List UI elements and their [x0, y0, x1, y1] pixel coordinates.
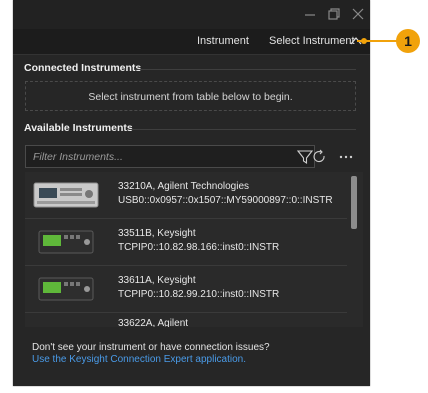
- instrument-address: TCPIP0::10.82.99.210::inst0::INSTR: [118, 289, 280, 300]
- filter-instruments-input[interactable]: [33, 149, 273, 164]
- instrument-title: 33511B, Keysight: [118, 228, 196, 239]
- scrollbar-thumb[interactable]: [351, 176, 357, 229]
- tab-instrument[interactable]: Instrument: [197, 35, 249, 47]
- connected-instruments-heading: Connected Instruments: [24, 62, 142, 74]
- instrument-image: [33, 180, 99, 210]
- footer-question: Don't see your instrument or have connec…: [32, 342, 270, 353]
- instrument-image: [33, 227, 99, 257]
- divider: [136, 69, 356, 70]
- minimize-icon[interactable]: [302, 6, 318, 22]
- instrument-image: [33, 274, 99, 304]
- connected-instruments-dropzone: Select instrument from table below to be…: [25, 81, 356, 111]
- list-item[interactable]: 33511B, Keysight TCPIP0::10.82.98.166::i…: [25, 219, 347, 266]
- filter-field[interactable]: [25, 145, 315, 168]
- instrument-title: 33611A, Keysight: [118, 275, 196, 286]
- tab-select-instrument[interactable]: Select Instrument: [269, 35, 355, 47]
- connected-empty-message: Select instrument from table below to be…: [88, 91, 293, 103]
- more-options-icon[interactable]: [337, 148, 355, 166]
- available-instruments-heading: Available Instruments: [24, 122, 133, 134]
- instrument-window: Instrument Select Instrument Connected I…: [13, 0, 370, 386]
- list-item[interactable]: 33622A, Agilent: [25, 313, 347, 327]
- callout-pointer-dot: [361, 38, 367, 44]
- callout-badge: 1: [396, 29, 420, 53]
- instrument-address: USB0::0x0957::0x1507::MY59000897::0::INS…: [118, 195, 333, 206]
- instrument-title: 33210A, Agilent Technologies: [118, 181, 250, 192]
- instrument-address: TCPIP0::10.82.98.166::inst0::INSTR: [118, 242, 280, 253]
- list-item[interactable]: 33210A, Agilent Technologies USB0::0x095…: [25, 172, 347, 219]
- divider: [129, 129, 356, 130]
- title-bar: [13, 0, 370, 29]
- list-item[interactable]: 33611A, Keysight TCPIP0::10.82.99.210::i…: [25, 266, 347, 313]
- restore-icon[interactable]: [326, 6, 342, 22]
- list-scrollbar[interactable]: [350, 174, 358, 325]
- close-icon[interactable]: [350, 6, 366, 22]
- top-tab-bar: Instrument Select Instrument: [13, 29, 370, 55]
- refresh-icon[interactable]: [311, 148, 329, 166]
- available-instruments-list: 33210A, Agilent Technologies USB0::0x095…: [25, 172, 363, 327]
- connection-expert-link[interactable]: Use the Keysight Connection Expert appli…: [32, 354, 246, 365]
- instrument-title: 33622A, Agilent: [118, 318, 189, 327]
